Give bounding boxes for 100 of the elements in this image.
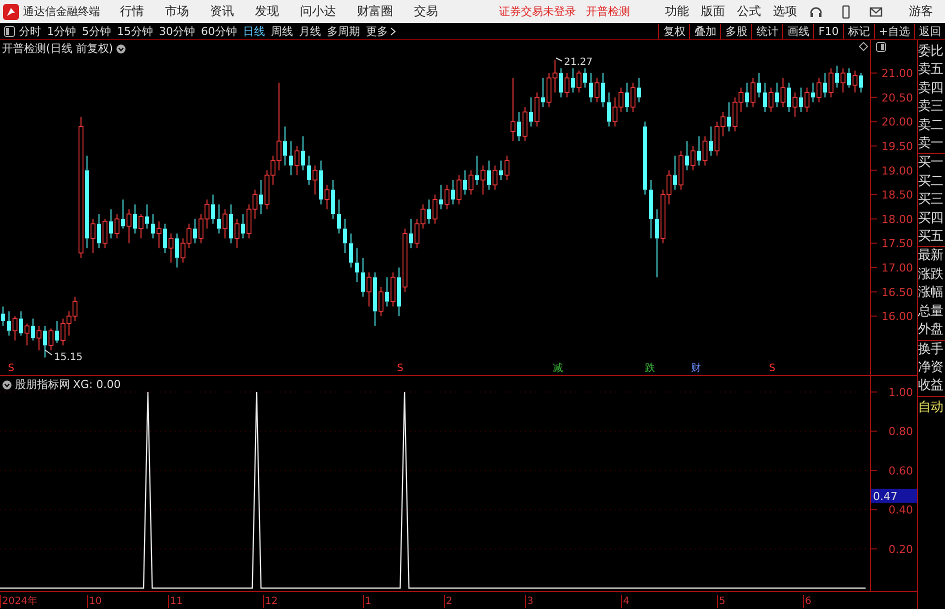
period-tab[interactable]: 1分钟 [47,24,76,38]
panel-toggle-icon[interactable] [876,42,886,52]
quote-field-tab[interactable]: 卖一 [918,135,943,154]
event-marker[interactable]: S [8,363,14,374]
candlestick [792,92,798,118]
candlestick [583,68,587,88]
mail-icon[interactable] [869,4,883,18]
quote-field-tab[interactable]: 买三 [918,191,943,210]
period-tab[interactable]: 分时 [19,24,41,38]
candlestick [510,77,516,142]
auto-button[interactable]: 自动 [918,396,943,419]
dropdown-icon[interactable] [116,44,126,54]
quote-field-tab[interactable]: 涨幅 [918,284,943,303]
quote-field-tab[interactable]: 卖二 [918,116,943,136]
candlestick [175,233,179,268]
candlestick [745,82,749,108]
candlestick [234,218,240,249]
headset-icon[interactable] [809,4,823,18]
menu-item[interactable]: 选项 [773,3,797,20]
notice-link[interactable]: 开普检测 [586,4,630,19]
candlestick [312,164,318,196]
panel-toggle-icon[interactable] [4,26,15,36]
candlestick [780,77,786,108]
date-label: 2 [444,595,452,608]
candlestick [541,77,545,108]
period-tab[interactable]: 5分钟 [82,24,111,38]
quote-field-tab[interactable]: 卖三 [918,98,943,117]
quote-field-tab[interactable]: 涨跌 [918,266,943,284]
quote-field-tab[interactable]: 买四 [918,210,943,228]
quote-field-tab[interactable]: 总量 [918,302,943,322]
event-marker[interactable]: 跌 [645,363,655,374]
candlestick [343,218,347,254]
app-logo-icon [3,4,19,20]
quote-field-tab[interactable]: 买二 [918,172,943,192]
menu-item[interactable]: 市场 [165,3,189,20]
candlestick [324,184,330,210]
quote-field-tab[interactable]: 卖五 [918,61,943,80]
candlestick [811,82,815,103]
more-menu[interactable]: 更多 [366,24,396,38]
candlestick [529,96,533,128]
quote-field-tab[interactable]: 净资 [918,358,943,378]
quote-field-tab[interactable]: 委比 [918,43,943,62]
candlestick [55,320,59,344]
toolbar-button[interactable]: 统计 [751,24,782,38]
candlestick [397,267,401,317]
quote-field-tab[interactable]: 外盘 [918,321,943,340]
notice-link[interactable]: 证券交易未登录 [499,4,576,19]
toolbar-button[interactable]: 标记 [842,24,874,38]
dropdown-icon[interactable] [2,380,12,390]
menu-item[interactable]: 交易 [414,3,438,20]
menu-item[interactable]: 公式 [737,3,761,20]
candlestick [697,136,701,166]
candlestick [823,72,827,98]
period-tab[interactable]: 多周期 [327,24,360,38]
quote-field-tab[interactable]: 最新 [918,247,943,266]
menu-item[interactable]: 问小达 [300,3,336,20]
candlestick [217,204,221,234]
menu-item[interactable]: 功能 [665,3,689,20]
candlestick [727,102,731,132]
event-marker[interactable]: S [769,363,776,374]
event-marker[interactable]: S [397,363,404,374]
menu-item[interactable]: 行情 [120,3,144,20]
candlestick [301,136,305,171]
period-tab[interactable]: 15分钟 [117,24,153,38]
quote-field-tab[interactable]: 买五 [918,228,943,246]
candlestick [571,68,575,94]
event-marker[interactable]: 财 [691,363,701,374]
candlestick [121,198,125,230]
toolbar-button[interactable]: 多股 [720,24,752,38]
toolbar-button[interactable]: 复权 [658,24,690,38]
toolbar-button[interactable]: +自选 [874,24,914,38]
quote-field-tab[interactable]: 换手 [918,340,943,359]
candlestick [625,82,629,112]
toolbar-button[interactable]: 叠加 [689,24,720,38]
diamond-icon[interactable] [859,42,868,51]
menu-item[interactable]: 资讯 [210,3,234,20]
toolbar-button[interactable]: 返回 [914,24,945,38]
menu-item[interactable]: 发现 [255,3,279,20]
period-tab[interactable]: 月线 [299,24,321,38]
candlestick [78,116,84,258]
period-tab[interactable]: 周线 [271,24,293,38]
candlestick [31,318,35,341]
menu-item[interactable]: 版面 [701,3,725,20]
event-marker[interactable]: 减 [553,363,563,374]
chevron-icon [390,26,396,36]
quote-field-tab[interactable]: 收益 [918,377,943,396]
quote-field-tab[interactable]: 买一 [918,154,943,173]
period-tab[interactable]: 60分钟 [201,24,237,38]
period-tab[interactable]: 日线 [243,24,265,38]
date-label: 12 [263,595,278,608]
candlestick [43,325,47,358]
quote-field-tab[interactable]: 卖四 [918,80,943,98]
price-axis-label: 17.00 [882,262,913,275]
candlestick [763,82,767,112]
user-link[interactable]: 游客 [909,3,933,20]
toolbar-button[interactable]: 画线 [782,24,814,38]
toolbar-button[interactable]: F10 [813,24,843,38]
menu-item[interactable]: 财富圈 [357,3,393,20]
period-tab[interactable]: 30分钟 [159,24,195,38]
candlestick [109,208,113,239]
